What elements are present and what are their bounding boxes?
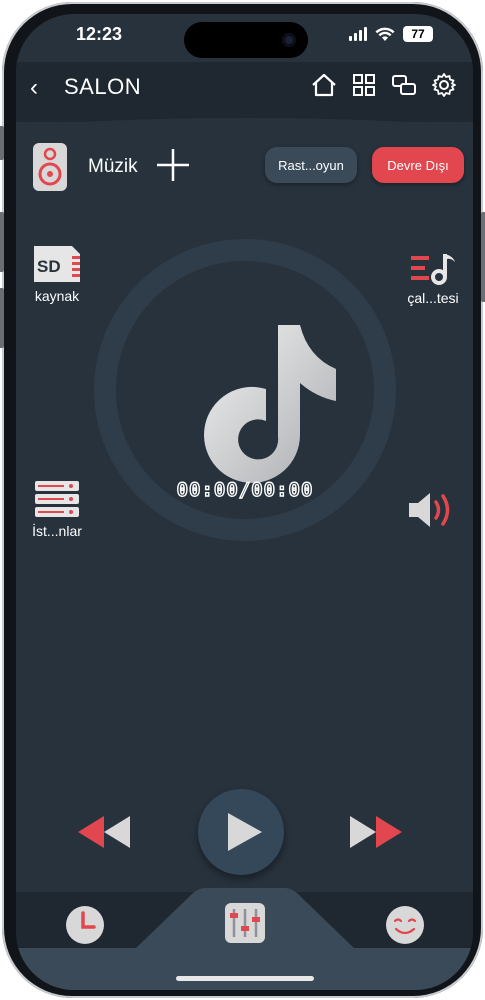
- album-art-inner: 00:00/00:00: [116, 261, 374, 519]
- rewind-icon[interactable]: [74, 814, 132, 850]
- page-title: SALON: [64, 74, 142, 99]
- sd-card-icon: SD: [34, 246, 80, 282]
- svg-text:SD: SD: [37, 257, 61, 276]
- smiley-icon[interactable]: [384, 904, 426, 946]
- phone-frame: 12:23 77 ‹ SALON Müzik Rast...oyun Devre…: [0, 2, 485, 998]
- status-bar: 12:23 77: [16, 14, 473, 60]
- status-indicators: 77: [349, 26, 433, 42]
- settings-icon[interactable]: [431, 72, 457, 98]
- playlist-icon: [411, 254, 455, 285]
- dynamic-island: [184, 22, 308, 58]
- volume-up-button: [0, 212, 4, 272]
- wifi-icon: [375, 27, 395, 41]
- power-button: [481, 212, 485, 302]
- stations-label: İst...nlar: [32, 523, 82, 539]
- home-indicator: [176, 976, 314, 981]
- home-icon[interactable]: [311, 72, 337, 98]
- volume-down-button: [0, 288, 4, 348]
- rooms-icon[interactable]: [391, 72, 417, 98]
- shuffle-button[interactable]: Rast...oyun: [265, 147, 357, 183]
- source-item[interactable]: SD kaynak: [30, 244, 84, 304]
- screen: 12:23 77 ‹ SALON Müzik Rast...oyun Devre…: [16, 14, 473, 990]
- disabled-button[interactable]: Devre Dışı: [372, 147, 464, 183]
- tab-bar-lower: [16, 948, 473, 990]
- volume-item[interactable]: [404, 490, 460, 534]
- camera-icon: [282, 33, 296, 47]
- playlist-item[interactable]: çal...tesi: [398, 252, 468, 306]
- add-icon[interactable]: [156, 148, 190, 182]
- action-button: [0, 126, 4, 160]
- play-icon: [228, 813, 262, 851]
- stations-icon: [35, 481, 79, 517]
- battery-indicator: 77: [403, 26, 433, 42]
- clock-icon[interactable]: [64, 904, 106, 946]
- volume-icon: [409, 493, 450, 527]
- header: ‹ SALON: [16, 62, 473, 132]
- album-art: 00:00/00:00: [94, 239, 396, 541]
- speaker-icon[interactable]: [32, 142, 68, 192]
- fast-forward-icon[interactable]: [348, 814, 406, 850]
- source-label: kaynak: [34, 288, 80, 304]
- back-button[interactable]: ‹: [30, 74, 38, 102]
- status-time: 12:23: [76, 24, 123, 44]
- signal-icon: [349, 27, 367, 41]
- music-label: Müzik: [88, 156, 138, 177]
- header-actions: [311, 72, 457, 98]
- music-note-icon: [204, 325, 336, 483]
- grid-icon[interactable]: [351, 72, 377, 98]
- equalizer-icon[interactable]: [224, 902, 266, 944]
- playlist-label: çal...tesi: [407, 290, 459, 306]
- stations-item[interactable]: İst...nlar: [26, 479, 88, 539]
- play-button[interactable]: [198, 789, 284, 875]
- playback-time: 00:00/00:00: [176, 478, 314, 501]
- playback-controls: [16, 786, 473, 876]
